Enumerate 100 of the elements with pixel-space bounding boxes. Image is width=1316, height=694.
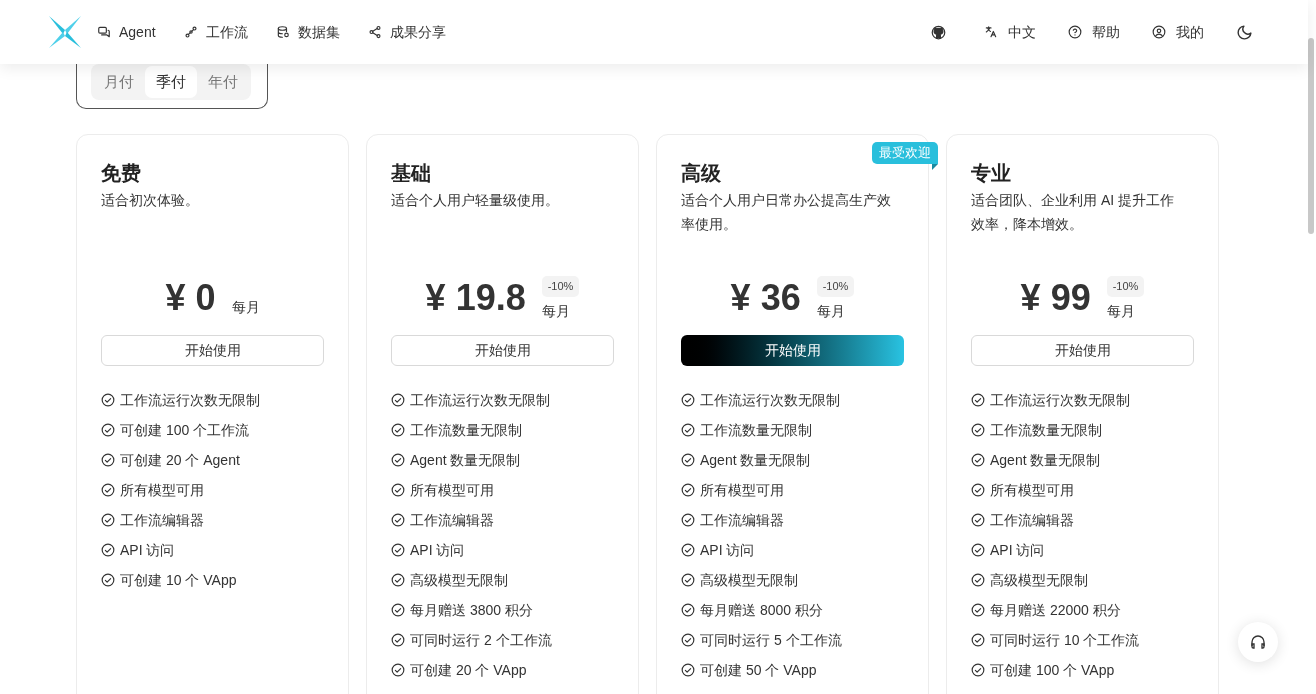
- feature-text: 所有模型可用: [700, 480, 784, 500]
- check-circle-icon: [971, 483, 985, 497]
- feature-text: 每月赠送 3800 积分: [410, 600, 533, 620]
- feature-text: 工作流编辑器: [120, 510, 204, 530]
- plan-price: ¥ 19.8: [425, 276, 526, 320]
- plan-description: 适合个人用户轻量级使用。: [391, 191, 560, 210]
- billing-tab[interactable]: 季付: [145, 66, 197, 98]
- nav-link[interactable]: 帮助: [1068, 21, 1120, 43]
- feature-text: 可同时运行 2 个工作流: [410, 630, 552, 650]
- billing-tab[interactable]: 月付: [93, 66, 145, 98]
- check-circle-icon: [101, 453, 115, 467]
- plan-title: 基础: [391, 161, 432, 186]
- database-icon: [275, 25, 290, 39]
- plan-title: 高级: [681, 161, 722, 186]
- check-circle-icon: [101, 573, 115, 587]
- theme-toggle-button[interactable]: [1236, 23, 1253, 41]
- github-icon: [931, 24, 946, 40]
- check-circle-icon: [391, 513, 405, 527]
- check-circle-icon: [971, 453, 985, 467]
- start-button[interactable]: 开始使用: [391, 335, 614, 366]
- feature-text: Agent 数量无限制: [410, 450, 521, 470]
- plan-description: 适合初次体验。: [101, 191, 200, 210]
- check-circle-icon: [391, 663, 405, 677]
- check-circle-icon: [391, 573, 405, 587]
- feature-text: 工作流编辑器: [990, 510, 1074, 530]
- billing-tab[interactable]: 年付: [197, 66, 249, 98]
- feature-text: 高级模型无限制: [410, 570, 508, 590]
- feature-text: API 访问: [410, 540, 465, 560]
- feature-text: 可创建 50 个 VApp: [700, 660, 817, 680]
- start-button[interactable]: 开始使用: [101, 335, 324, 366]
- nav-link[interactable]: 工作流: [183, 21, 248, 43]
- ribbon-fold: [932, 164, 938, 170]
- check-circle-icon: [971, 423, 985, 437]
- feature-text: 可同时运行 5 个工作流: [700, 630, 842, 650]
- feature-text: 高级模型无限制: [700, 570, 798, 590]
- check-circle-icon: [391, 423, 405, 437]
- price-period: 每月: [231, 298, 260, 316]
- check-circle-icon: [971, 573, 985, 587]
- nav-link[interactable]: Agent: [97, 21, 156, 43]
- discount-tag: -10%: [816, 276, 855, 297]
- plan-title: 专业: [971, 161, 1012, 186]
- check-circle-icon: [681, 453, 695, 467]
- check-circle-icon: [971, 603, 985, 617]
- check-circle-icon: [681, 543, 695, 557]
- plan-price: ¥ 36: [730, 276, 801, 320]
- discount-tag: -10%: [1106, 276, 1145, 297]
- feature-text: 工作流编辑器: [700, 510, 784, 530]
- check-circle-icon: [391, 543, 405, 557]
- feature-text: 可同时运行 10 个工作流: [990, 630, 1140, 650]
- support-button[interactable]: [1238, 622, 1278, 662]
- start-button[interactable]: 开始使用: [681, 335, 904, 366]
- nav-link[interactable]: 数据集: [275, 21, 340, 43]
- feature-text: 工作流运行次数无限制: [990, 390, 1130, 410]
- check-circle-icon: [971, 543, 985, 557]
- feature-text: API 访问: [120, 540, 175, 560]
- check-circle-icon: [681, 573, 695, 587]
- check-circle-icon: [971, 393, 985, 407]
- feature-text: 工作流运行次数无限制: [120, 390, 260, 410]
- check-circle-icon: [681, 633, 695, 647]
- feature-text: 工作流运行次数无限制: [700, 390, 840, 410]
- scrollbar[interactable]: [1308, 38, 1314, 234]
- check-circle-icon: [971, 513, 985, 527]
- github-button[interactable]: [931, 24, 946, 40]
- price-period: 每月: [541, 302, 570, 320]
- check-circle-icon: [101, 393, 115, 407]
- feature-text: 可创建 20 个 VApp: [410, 660, 527, 680]
- price-period: 每月: [816, 302, 845, 320]
- plan-title: 免费: [101, 161, 142, 186]
- feature-text: 工作流数量无限制: [700, 420, 812, 440]
- check-circle-icon: [101, 513, 115, 527]
- check-circle-icon: [681, 513, 695, 527]
- price-period: 每月: [1106, 302, 1135, 320]
- help-icon: [1068, 25, 1082, 39]
- check-circle-icon: [971, 663, 985, 677]
- feature-text: 可创建 10 个 VApp: [120, 570, 237, 590]
- plan-description: 适合个人用户日常办公提高生产效率使用。: [681, 191, 892, 234]
- feature-text: 所有模型可用: [990, 480, 1074, 500]
- translate-icon: [984, 25, 998, 39]
- feature-text: 工作流编辑器: [410, 510, 494, 530]
- moon-icon: [1236, 23, 1253, 41]
- headphones-icon: [1250, 634, 1266, 650]
- nav-link[interactable]: 我的: [1152, 21, 1204, 43]
- feature-text: 工作流数量无限制: [990, 420, 1102, 440]
- feature-text: Agent 数量无限制: [990, 450, 1101, 470]
- feature-text: API 访问: [700, 540, 755, 560]
- feature-text: 所有模型可用: [120, 480, 204, 500]
- user-icon: [1152, 25, 1166, 39]
- chat-icon: [97, 25, 111, 39]
- feature-text: 可创建 100 个 VApp: [990, 660, 1115, 680]
- check-circle-icon: [101, 483, 115, 497]
- check-circle-icon: [681, 393, 695, 407]
- feature-text: 可创建 100 个工作流: [120, 420, 250, 440]
- nav-link[interactable]: 成果分享: [367, 21, 446, 43]
- check-circle-icon: [391, 633, 405, 647]
- start-button[interactable]: 开始使用: [971, 335, 1194, 366]
- nav-link[interactable]: 中文: [984, 21, 1036, 43]
- feature-text: 工作流运行次数无限制: [410, 390, 550, 410]
- feature-text: 每月赠送 8000 积分: [700, 600, 823, 620]
- check-circle-icon: [391, 483, 405, 497]
- plan-price: ¥ 99: [1020, 276, 1091, 320]
